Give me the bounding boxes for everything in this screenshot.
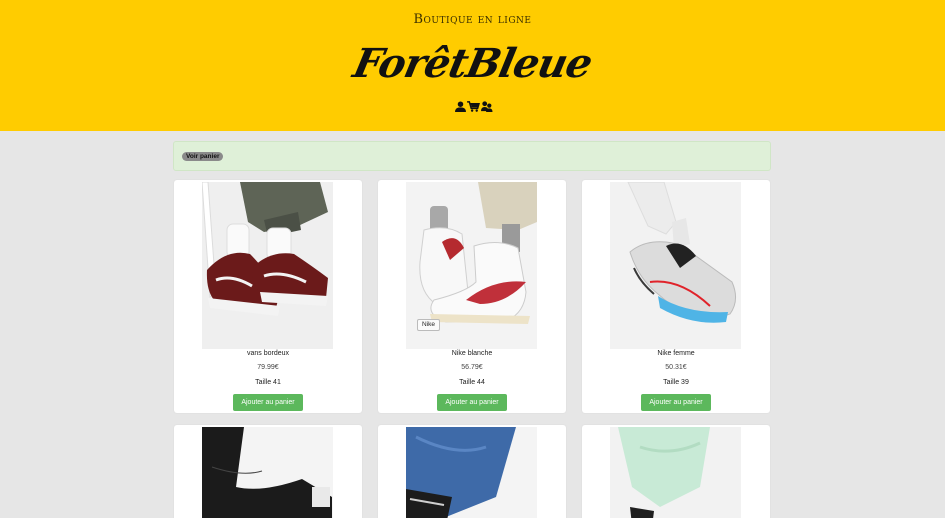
product-card: vans bordeux 79.99€ Taille 41 Ajouter au…: [174, 180, 362, 413]
product-image[interactable]: [610, 427, 741, 518]
product-price: 56.79€: [461, 364, 483, 371]
product-card: Nike Nike blanche 56.79€ Taille 44 Ajout…: [378, 180, 566, 413]
add-to-cart-button[interactable]: Ajouter au panier: [437, 394, 507, 411]
product-image[interactable]: [202, 427, 333, 518]
cart-icon[interactable]: [467, 101, 480, 112]
site-subtitle: Boutique en ligne: [413, 12, 532, 27]
product-price: 50.31€: [665, 364, 687, 371]
cart-bar: Voir panier: [173, 141, 771, 171]
add-to-cart-button[interactable]: Ajouter au panier: [641, 394, 711, 411]
product-card: [378, 425, 566, 518]
product-size: Taille 44: [459, 379, 485, 386]
brand-tag: Nike: [417, 319, 441, 331]
product-price: 79.99€: [257, 364, 279, 371]
product-card: [582, 425, 770, 518]
product-name: Nike blanche: [451, 350, 493, 357]
users-icon[interactable]: [481, 101, 493, 112]
site-header: Boutique en ligne ForêtBleue: [0, 0, 945, 131]
product-card: Nike femme 50.31€ Taille 39 Ajouter au p…: [582, 180, 770, 413]
brand-logo[interactable]: ForêtBleue: [0, 40, 945, 87]
add-to-cart-button[interactable]: Ajouter au panier: [233, 394, 303, 411]
product-image[interactable]: [202, 182, 333, 349]
product-card: [174, 425, 362, 518]
product-size: Taille 39: [663, 379, 689, 386]
user-icon[interactable]: [455, 101, 466, 112]
view-cart-button[interactable]: Voir panier: [182, 152, 224, 161]
product-name: vans bordeux: [246, 350, 290, 357]
product-image[interactable]: [406, 427, 537, 518]
product-image[interactable]: [610, 182, 741, 349]
product-size: Taille 41: [255, 379, 281, 386]
product-name: Nike femme: [657, 350, 695, 357]
header-icons: [455, 101, 493, 112]
